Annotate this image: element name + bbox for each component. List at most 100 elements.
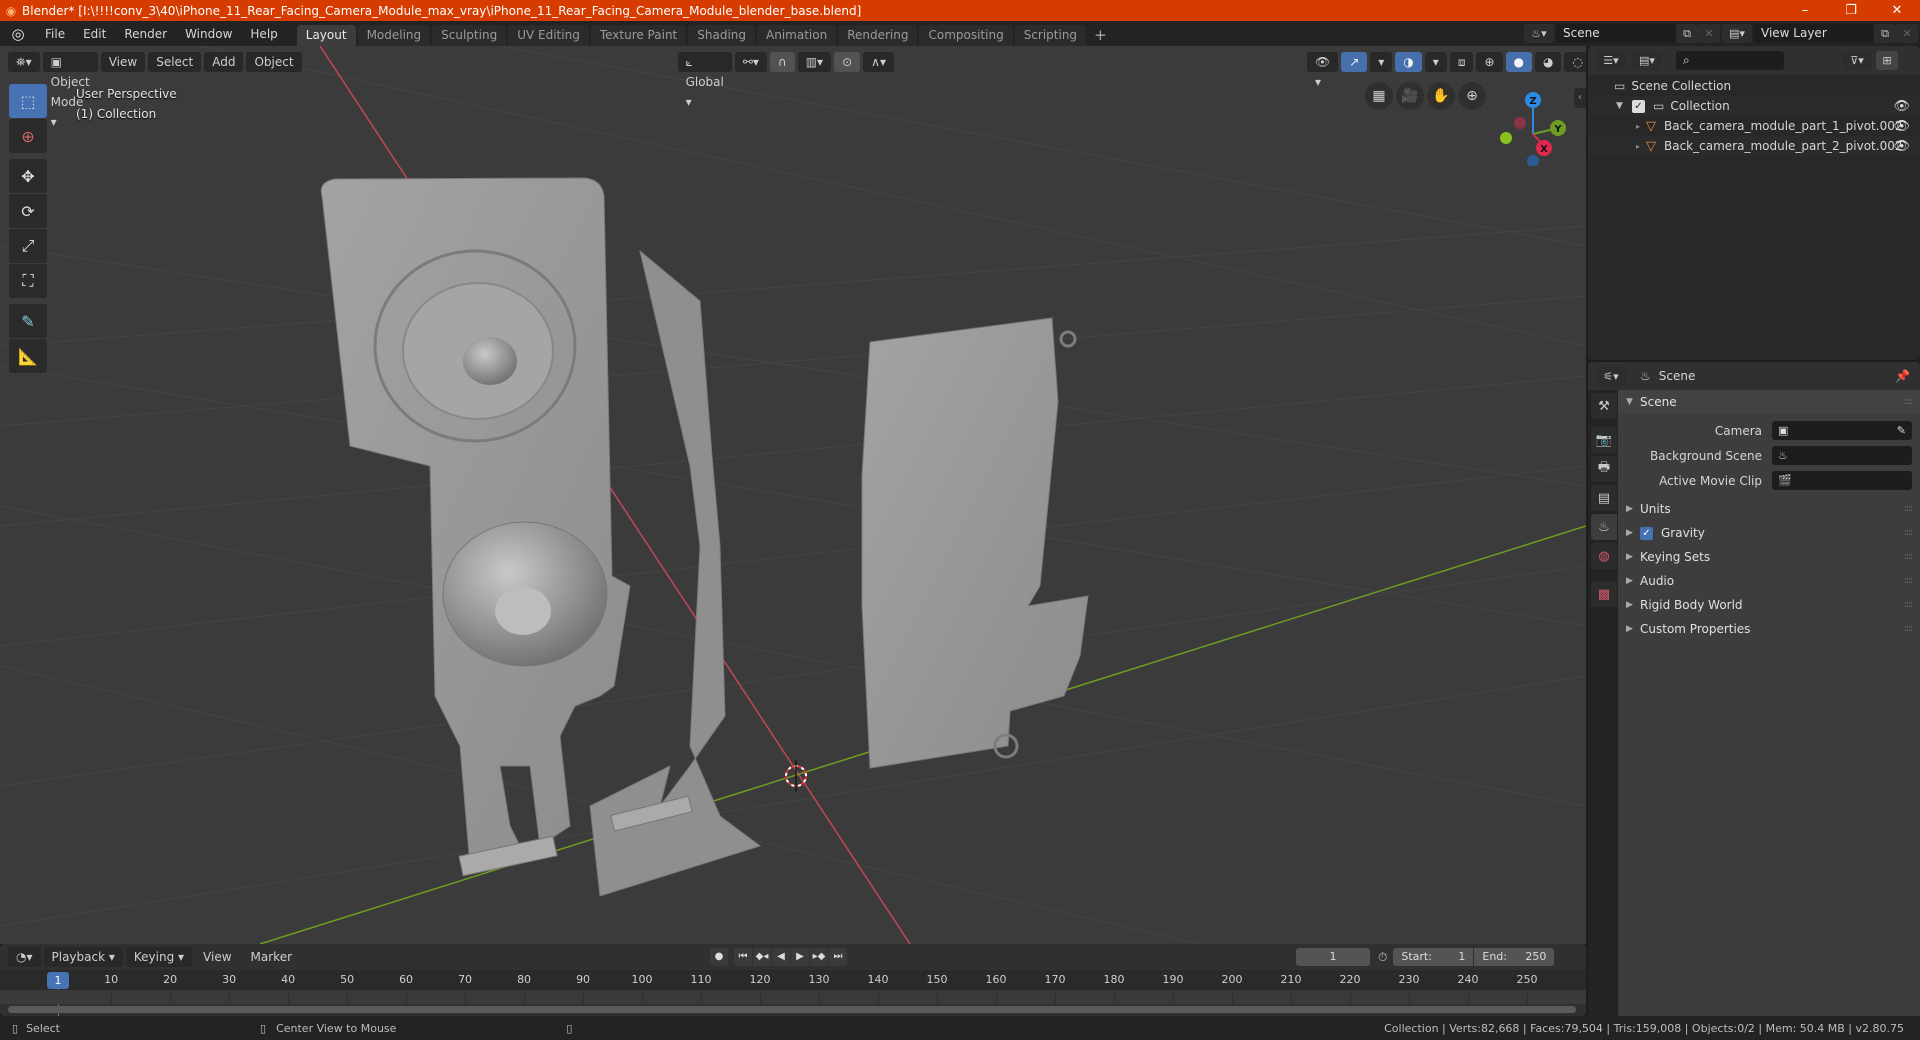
- menu-render[interactable]: Render: [115, 27, 176, 41]
- custom-properties-panel-header[interactable]: ▶ Custom Properties ::::: [1618, 617, 1920, 641]
- play-icon[interactable]: ▶: [791, 948, 809, 966]
- current-frame-field[interactable]: 1: [1296, 948, 1370, 966]
- output-tab-icon[interactable]: 🖶: [1591, 456, 1617, 482]
- xray-toggle-icon[interactable]: ⧈: [1449, 52, 1474, 72]
- drag-grip-icon[interactable]: ::::: [1904, 576, 1913, 586]
- playback-menu[interactable]: Playback ▾: [43, 947, 123, 967]
- timeline-scrollbar[interactable]: [8, 1006, 1576, 1013]
- move-tool-icon[interactable]: ✥: [9, 159, 47, 193]
- viewport-menu-object[interactable]: Object: [246, 52, 302, 72]
- viewport-menu-select[interactable]: Select: [148, 52, 202, 72]
- shading-rendered-icon[interactable]: ◌: [1564, 52, 1586, 72]
- outliner-object-row[interactable]: ▸ ▽ Back_camera_module_part_2_pivot.002 …: [1588, 136, 1920, 156]
- scene-tab-icon[interactable]: ♨: [1591, 514, 1617, 540]
- snap-toggle-icon[interactable]: ∩: [769, 52, 795, 72]
- tab-shading[interactable]: Shading: [688, 25, 755, 46]
- filter-icon[interactable]: ⊽▾: [1842, 50, 1872, 70]
- tab-uv-editing[interactable]: UV Editing: [508, 25, 589, 46]
- scale-tool-icon[interactable]: ⤢: [9, 229, 47, 263]
- eyedropper-icon[interactable]: ✎: [1897, 424, 1906, 437]
- jump-start-icon[interactable]: ⏮: [734, 948, 752, 966]
- delete-scene-icon[interactable]: ✕: [1698, 24, 1720, 43]
- measure-tool-icon[interactable]: 📐: [9, 339, 47, 373]
- timeline-editor-type-icon[interactable]: ◔▾: [8, 947, 41, 967]
- keying-sets-panel-header[interactable]: ▶ Keying Sets ::::: [1618, 545, 1920, 569]
- overlays-dropdown[interactable]: ▾: [1424, 52, 1447, 72]
- jump-end-icon[interactable]: ⏭: [829, 948, 847, 966]
- next-keyframe-icon[interactable]: ▸◆: [810, 948, 828, 966]
- mesh-camera-module-part-1[interactable]: [320, 177, 762, 897]
- menu-window[interactable]: Window: [176, 27, 241, 41]
- drag-grip-icon[interactable]: ::::: [1904, 528, 1913, 538]
- timeline-track[interactable]: [0, 990, 1586, 1004]
- start-frame-field[interactable]: Start: 1: [1393, 948, 1474, 966]
- proportional-falloff-dropdown[interactable]: ∧▾: [863, 52, 894, 72]
- object-visibility-eye-icon[interactable]: 👁: [1893, 119, 1910, 134]
- view-layer-tab-icon[interactable]: ▤: [1591, 485, 1617, 511]
- viewlayer-icon[interactable]: ▤▾: [1722, 24, 1752, 43]
- drag-grip-icon[interactable]: ::::: [1904, 552, 1913, 562]
- outliner-search-input[interactable]: ⌕: [1676, 50, 1784, 70]
- outliner-object-row[interactable]: ▸ ▽ Back_camera_module_part_1_pivot.002 …: [1588, 116, 1920, 136]
- proportional-edit-icon[interactable]: ⊙: [834, 52, 861, 72]
- pivot-point-dropdown[interactable]: ⚯▾: [734, 52, 767, 72]
- record-keyframe-icon[interactable]: ●: [710, 948, 728, 966]
- scene-icon[interactable]: ♨▾: [1524, 24, 1554, 43]
- viewport-menu-view[interactable]: View: [100, 52, 146, 72]
- cursor-tool-icon[interactable]: ⊕: [9, 119, 47, 153]
- expand-object-icon[interactable]: ▸: [1636, 142, 1646, 151]
- new-scene-icon[interactable]: ⧉: [1676, 24, 1698, 43]
- menu-file[interactable]: File: [36, 27, 74, 41]
- camera-view-icon[interactable]: 🎥: [1396, 82, 1424, 110]
- expand-collection-icon[interactable]: ▼: [1616, 101, 1632, 111]
- tab-layout[interactable]: Layout: [296, 25, 356, 46]
- viewport-menu-add[interactable]: Add: [204, 52, 244, 72]
- gizmo-dropdown[interactable]: ▾: [1370, 52, 1393, 72]
- collection-visibility-eye-icon[interactable]: 👁: [1893, 99, 1910, 114]
- audio-panel-header[interactable]: ▶ Audio ::::: [1618, 569, 1920, 593]
- shading-wireframe-icon[interactable]: ⊕: [1476, 52, 1503, 72]
- tab-texture-paint[interactable]: Texture Paint: [590, 25, 687, 46]
- shading-solid-icon[interactable]: ●: [1505, 52, 1532, 72]
- tab-animation[interactable]: Animation: [757, 25, 837, 46]
- menu-help[interactable]: Help: [241, 27, 286, 41]
- blender-logo-icon[interactable]: ◎: [0, 25, 36, 43]
- drag-grip-icon[interactable]: ::::: [1904, 397, 1913, 407]
- gizmo-toggle-icon[interactable]: ↗: [1341, 52, 1368, 72]
- transform-tool-icon[interactable]: ⛶: [9, 264, 47, 298]
- outliner-collection[interactable]: ▼ ✓ ▭ Collection 👁: [1588, 96, 1920, 116]
- add-workspace-button[interactable]: +: [1088, 25, 1113, 46]
- delete-viewlayer-icon[interactable]: ✕: [1896, 24, 1918, 43]
- object-mode-dropdown[interactable]: ▣ Object Mode ▾: [42, 52, 98, 129]
- tab-compositing[interactable]: Compositing: [919, 25, 1013, 46]
- use-preview-range-stopwatch-icon[interactable]: ⏱: [1378, 950, 1387, 965]
- current-frame-indicator[interactable]: 1: [47, 972, 69, 989]
- toggle-ortho-grid-icon[interactable]: ▦: [1365, 82, 1393, 110]
- tab-scripting[interactable]: Scripting: [1014, 25, 1087, 46]
- shading-material-icon[interactable]: ◕: [1535, 52, 1562, 72]
- gizmo-neg-x[interactable]: [1514, 117, 1526, 129]
- expand-object-icon[interactable]: ▸: [1636, 122, 1646, 131]
- snap-target-dropdown[interactable]: ▥▾: [797, 52, 832, 72]
- outliner-editor-type-icon[interactable]: ☰▾: [1596, 50, 1626, 70]
- pin-icon[interactable]: 📌: [1895, 369, 1910, 383]
- gravity-panel-header[interactable]: ▶ ✓ Gravity ::::: [1618, 521, 1920, 545]
- pan-hand-icon[interactable]: ✋: [1427, 82, 1455, 110]
- texture-tab-icon[interactable]: ▩: [1591, 581, 1617, 607]
- world-tab-icon[interactable]: ◍: [1591, 543, 1617, 569]
- gizmo-neg-y[interactable]: [1500, 132, 1512, 144]
- end-frame-field[interactable]: End: 250: [1474, 948, 1555, 966]
- timeline-ruler[interactable]: 10 20 30 40 50 60 70 80 90 100 110 120 130 140 150 160 1…: [0, 970, 1586, 1019]
- scene-name-field[interactable]: Scene: [1556, 24, 1676, 43]
- transform-orientation-dropdown[interactable]: ⟀ Global ▾: [677, 52, 732, 109]
- active-movie-clip-field[interactable]: 🎬: [1772, 471, 1912, 490]
- menu-edit[interactable]: Edit: [74, 27, 115, 41]
- close-button[interactable]: ✕: [1874, 0, 1920, 21]
- overlays-toggle-icon[interactable]: ◑: [1395, 52, 1422, 72]
- minimize-button[interactable]: –: [1782, 0, 1828, 21]
- gravity-checkbox[interactable]: ✓: [1640, 526, 1653, 540]
- viewlayer-name-field[interactable]: View Layer: [1754, 24, 1874, 43]
- drag-grip-icon[interactable]: ::::: [1904, 600, 1913, 610]
- 3d-cursor[interactable]: [785, 760, 807, 792]
- units-panel-header[interactable]: ▶ Units ::::: [1618, 497, 1920, 521]
